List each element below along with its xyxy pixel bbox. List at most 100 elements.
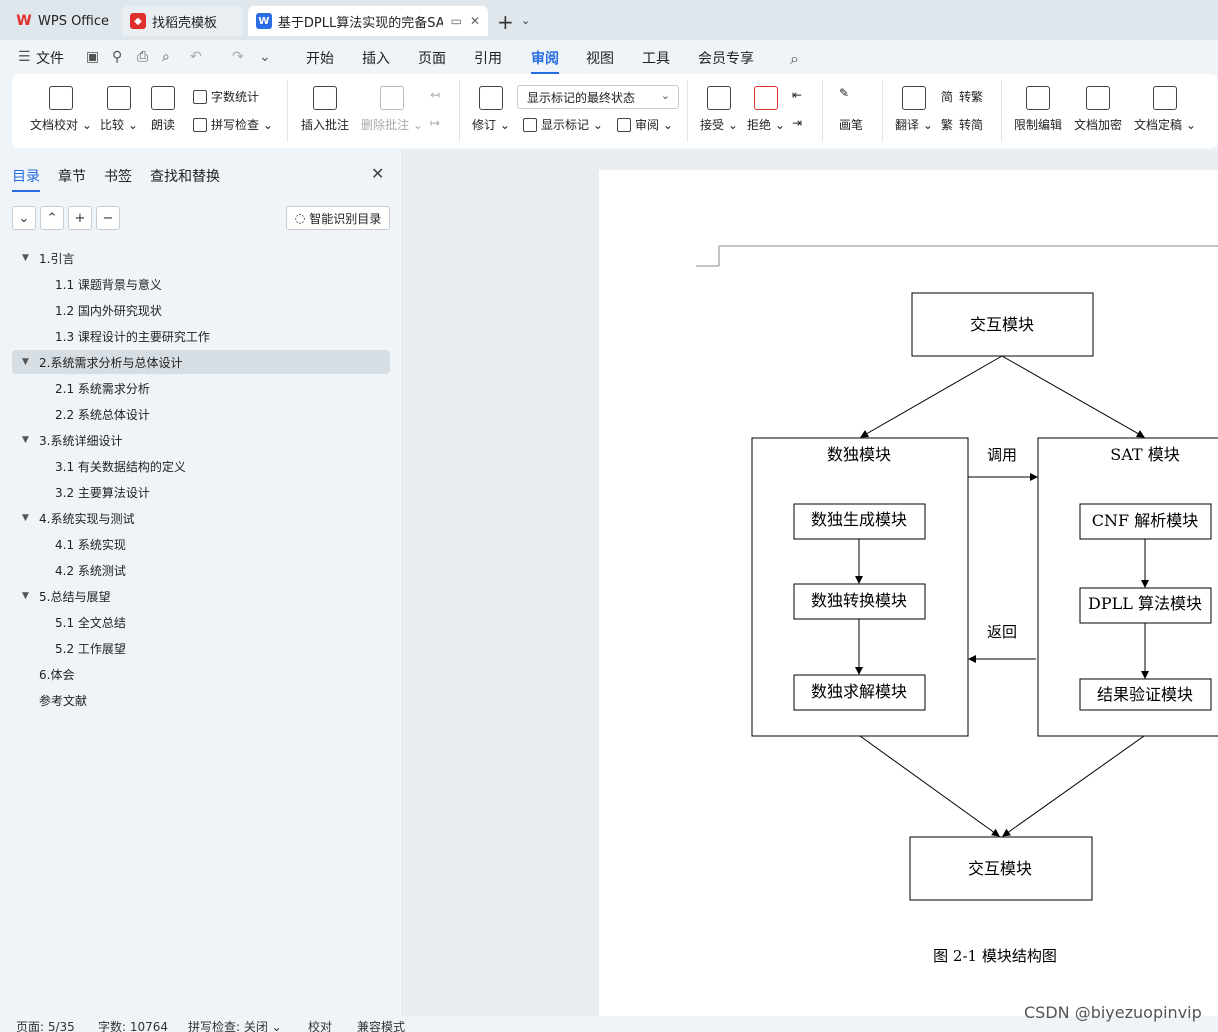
spell-check-icon bbox=[193, 117, 207, 132]
menu-tools[interactable]: 工具 bbox=[642, 48, 670, 68]
delete-comment-label: 删除批注 bbox=[361, 118, 410, 132]
to-simplified-button[interactable]: 繁 转简 bbox=[941, 116, 983, 133]
restrict-edit-button[interactable]: 限制编辑 bbox=[1014, 86, 1062, 133]
menu-file[interactable]: 文件 bbox=[36, 48, 64, 68]
doc-check-button[interactable]: 文档校对 ⌄ bbox=[30, 86, 92, 133]
tab-bookmarks[interactable]: 书签 bbox=[104, 166, 132, 186]
menu-review[interactable]: 审阅 bbox=[531, 48, 559, 74]
redo-icon[interactable]: ↷ bbox=[232, 49, 244, 65]
toc-item[interactable]: 2.1 系统需求分析 bbox=[12, 376, 390, 400]
toc-item[interactable]: 6.体会 bbox=[12, 662, 390, 686]
review-pane-button[interactable]: 审阅 ⌄ bbox=[617, 116, 673, 133]
toc-item[interactable]: 5.1 全文总结 bbox=[12, 610, 390, 634]
save-icon[interactable]: ▣ bbox=[86, 49, 99, 65]
delete-comment-button[interactable]: 删除批注 ⌄ bbox=[361, 86, 423, 133]
expand-arrow-icon[interactable]: ▼ bbox=[22, 591, 39, 601]
add-heading-button[interactable]: + bbox=[68, 206, 92, 230]
smart-toc-button[interactable]: ◌ 智能识别目录 bbox=[286, 206, 390, 230]
menu-page[interactable]: 页面 bbox=[418, 48, 446, 68]
print-icon[interactable]: ⎙ bbox=[137, 49, 148, 65]
restrict-edit-label: 限制编辑 bbox=[1014, 118, 1063, 132]
cnf-label: CNF 解析模块 bbox=[1092, 511, 1198, 530]
search-icon[interactable]: ⌕ bbox=[790, 49, 799, 69]
proof-status[interactable]: 校对 bbox=[308, 1018, 332, 1032]
toc-item[interactable]: 1.1 课题背景与意义 bbox=[12, 272, 390, 296]
previous-change-icon[interactable]: ⇤ bbox=[792, 88, 802, 102]
share-icon[interactable]: ⚲ bbox=[112, 49, 122, 65]
toc-item[interactable]: ▼ 5.总结与展望 bbox=[12, 584, 390, 608]
word-count-icon bbox=[193, 89, 207, 104]
print-preview-icon[interactable]: ⌕ bbox=[162, 49, 170, 65]
translate-button[interactable]: 翻译 ⌄ bbox=[895, 86, 933, 133]
previous-comment-icon[interactable]: ↤ bbox=[430, 88, 440, 102]
word-count[interactable]: 字数: 10764 bbox=[98, 1018, 168, 1032]
menu-member[interactable]: 会员专享 bbox=[698, 48, 754, 68]
toc-item[interactable]: ▼ 1.引言 bbox=[12, 246, 390, 270]
chevron-down-icon[interactable]: ⌄ bbox=[521, 14, 530, 27]
tab-wps-office[interactable]: W WPS Office bbox=[8, 6, 118, 36]
menu-insert[interactable]: 插入 bbox=[362, 48, 390, 68]
close-icon[interactable]: ✕ bbox=[371, 164, 384, 183]
tab-document[interactable]: W 基于DPLL算法实现的完备SAT ▭ ✕ bbox=[248, 6, 488, 36]
accept-button[interactable]: 接受 ⌄ bbox=[700, 86, 738, 133]
pen-label: 画笔 bbox=[839, 118, 864, 132]
accept-label: 接受 bbox=[700, 118, 725, 132]
spell-check-button[interactable]: 拼写检查 ⌄ bbox=[193, 116, 273, 133]
toc-item[interactable]: 5.2 工作展望 bbox=[12, 636, 390, 660]
tab-docer[interactable]: ◆ 找稻壳模板 bbox=[122, 6, 242, 36]
menu-home[interactable]: 开始 bbox=[306, 48, 334, 68]
chevron-down-icon[interactable]: ⌄ bbox=[259, 49, 271, 65]
monitor-icon[interactable]: ▭ bbox=[451, 14, 462, 28]
toc-item-label: 1.引言 bbox=[39, 251, 75, 266]
arrow-sat-to-bottom bbox=[1002, 735, 1145, 837]
new-tab-icon[interactable]: + bbox=[497, 10, 514, 34]
expand-arrow-icon[interactable]: ▼ bbox=[22, 253, 39, 263]
toc-item[interactable]: ▼ 2.系统需求分析与总体设计 bbox=[12, 350, 390, 374]
pen-icon: ✎ bbox=[839, 86, 850, 100]
expand-arrow-icon[interactable]: ▼ bbox=[22, 513, 39, 523]
read-aloud-button[interactable]: 朗读 bbox=[151, 86, 175, 133]
toc-item[interactable]: ▼ 4.系统实现与测试 bbox=[12, 506, 390, 530]
toc-item-label: 5.总结与展望 bbox=[39, 589, 111, 604]
show-markup-button[interactable]: 显示标记 ⌄ bbox=[523, 116, 603, 133]
toc-item[interactable]: 1.3 课程设计的主要研究工作 bbox=[12, 324, 390, 348]
tab-toc[interactable]: 目录 bbox=[12, 166, 40, 192]
to-traditional-button[interactable]: 简 转繁 bbox=[941, 88, 983, 105]
finalize-button[interactable]: 文档定稿 ⌄ bbox=[1134, 86, 1196, 133]
encrypt-button[interactable]: 文档加密 bbox=[1074, 86, 1122, 133]
reject-button[interactable]: 拒绝 ⌄ bbox=[747, 86, 785, 133]
page-indicator[interactable]: 页面: 5/35 bbox=[16, 1018, 75, 1032]
undo-icon[interactable]: ↶ bbox=[190, 49, 202, 65]
tab-find-replace[interactable]: 查找和替换 bbox=[150, 166, 220, 186]
expand-arrow-icon[interactable]: ▼ bbox=[22, 435, 39, 445]
close-icon[interactable]: ✕ bbox=[470, 14, 480, 28]
read-aloud-label: 朗读 bbox=[151, 118, 176, 132]
tab-sections[interactable]: 章节 bbox=[58, 166, 86, 186]
toc-item[interactable]: ▼ 3.系统详细设计 bbox=[12, 428, 390, 452]
collapse-all-button[interactable]: ⌄ bbox=[12, 206, 36, 230]
compare-button[interactable]: 比较 ⌄ bbox=[100, 86, 138, 133]
accept-icon bbox=[706, 86, 731, 110]
word-count-button[interactable]: 字数统计 bbox=[193, 88, 259, 105]
next-change-icon[interactable]: ⇥ bbox=[792, 116, 802, 130]
hamburger-icon[interactable]: ☰ bbox=[18, 49, 31, 65]
track-changes-button[interactable]: 修订 ⌄ bbox=[472, 86, 510, 133]
toc-item[interactable]: 3.2 主要算法设计 bbox=[12, 480, 390, 504]
insert-comment-button[interactable]: 插入批注 bbox=[301, 86, 349, 133]
menu-reference[interactable]: 引用 bbox=[474, 48, 502, 68]
menu-view[interactable]: 视图 bbox=[586, 48, 614, 68]
toc-item[interactable]: 4.1 系统实现 bbox=[12, 532, 390, 556]
next-comment-icon[interactable]: ↦ bbox=[430, 116, 440, 130]
expand-arrow-icon[interactable]: ▼ bbox=[22, 357, 39, 367]
spell-check-status[interactable]: 拼写检查: 关闭 ⌄ bbox=[188, 1018, 282, 1032]
toc-item[interactable]: 1.2 国内外研究现状 bbox=[12, 298, 390, 322]
toc-item[interactable]: 2.2 系统总体设计 bbox=[12, 402, 390, 426]
expand-up-button[interactable]: ⌃ bbox=[40, 206, 64, 230]
toc-item[interactable]: 4.2 系统测试 bbox=[12, 558, 390, 582]
to-traditional-label: 转繁 bbox=[959, 90, 984, 104]
toc-item[interactable]: 3.1 有关数据结构的定义 bbox=[12, 454, 390, 478]
toc-item[interactable]: 参考文献 bbox=[12, 688, 390, 712]
display-state-select[interactable]: 显示标记的最终状态 ⌄ bbox=[517, 85, 679, 109]
pen-button[interactable]: ✎ 画笔 bbox=[839, 86, 863, 133]
remove-heading-button[interactable]: − bbox=[96, 206, 120, 230]
